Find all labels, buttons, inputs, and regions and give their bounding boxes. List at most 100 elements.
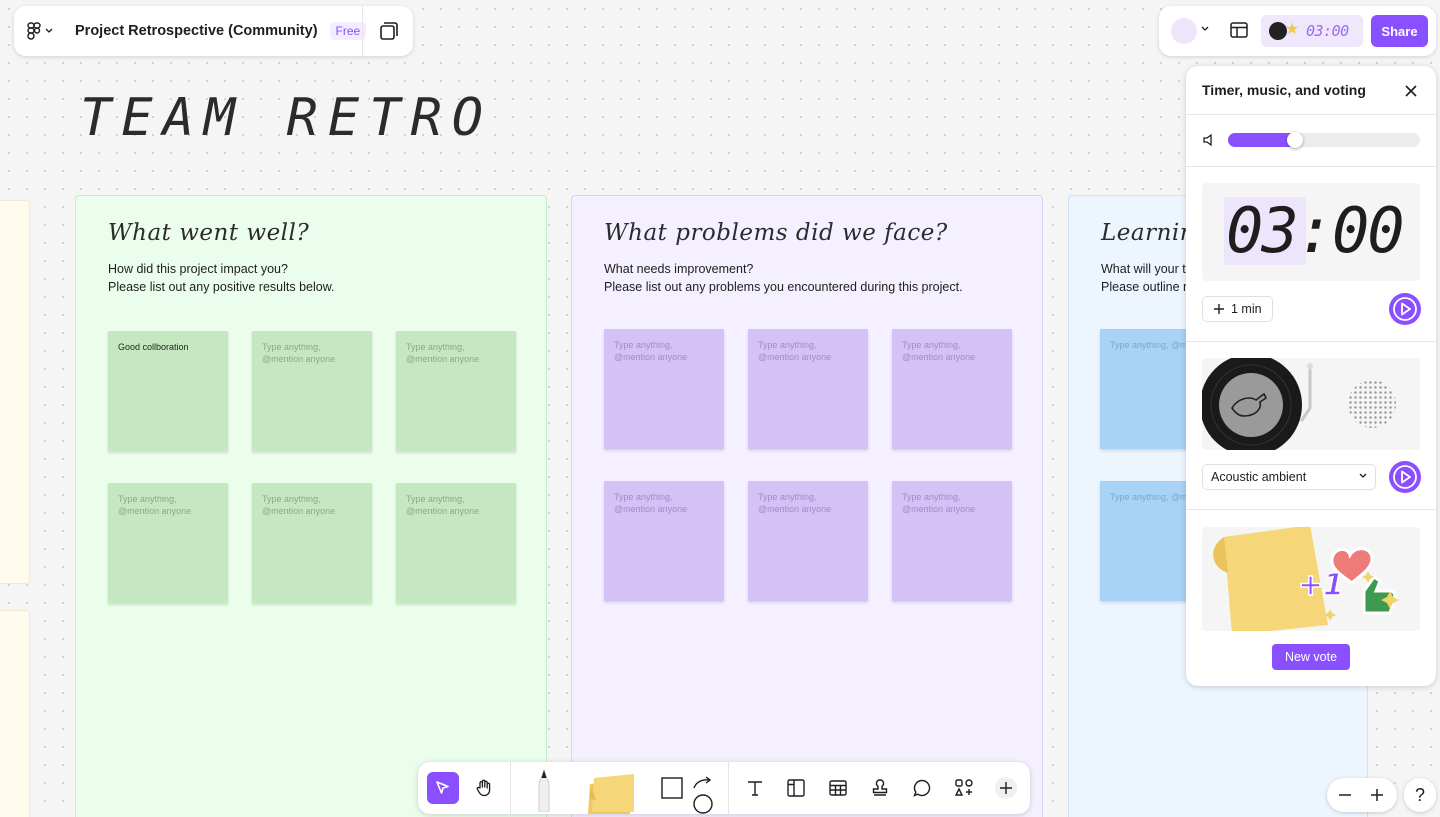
marker-tool[interactable] [526,766,562,814]
help-button[interactable]: ? [1404,778,1436,812]
description-line: Please list out any positive results bel… [108,280,335,294]
voting-illustration: +1 [1202,527,1420,631]
section-heading: What went well? [108,220,310,246]
panel-divider [1186,341,1436,342]
sticky-note-tool[interactable] [582,770,638,814]
share-button[interactable]: Share [1371,15,1428,47]
comment-tool[interactable] [906,772,938,804]
board-title[interactable]: TEAM RETRO [80,88,493,148]
toolbar-divider [362,6,363,56]
sticky-note[interactable]: Type anything, @mention anyone [892,481,1012,601]
sticky-note[interactable]: Type anything, @mention anyone [108,483,228,603]
toolbar-divider [728,762,729,814]
song-dropdown[interactable]: Acoustic ambient [1202,464,1376,490]
add-minute-button[interactable]: 1 min [1202,296,1273,322]
sticky-note[interactable]: Type anything, @mention anyone [748,329,868,449]
table-icon [829,780,847,796]
sticky-stack-icon [588,774,634,814]
offscreen-section[interactable] [0,610,30,817]
cursor-icon [436,781,449,794]
plan-badge[interactable]: Free [329,22,367,40]
section-description: What needs improvement? Please list out … [604,260,963,296]
section-description: How did this project impact you? Please … [108,260,335,296]
hand-icon [476,779,491,797]
plus-icon [1371,789,1383,801]
music-play-button[interactable] [1389,461,1421,493]
timer-display[interactable]: 03:00 [1202,183,1420,281]
sticky-note[interactable]: Type anything, @mention anyone [892,329,1012,449]
music-player[interactable] [1202,358,1420,450]
shape-tool[interactable] [656,772,688,804]
bottom-toolbar [418,762,1030,814]
text-icon [748,781,762,796]
play-icon [1393,297,1417,321]
volume-slider[interactable] [1228,132,1420,148]
zoom-out-button[interactable] [1333,783,1357,807]
timer-play-button[interactable] [1389,293,1421,325]
chevron-down-icon [45,28,53,33]
user-avatar[interactable] [1171,18,1197,44]
description-line: How did this project impact you? [108,262,288,276]
section-heading: Learnin [1101,220,1196,246]
stamp-icon [872,779,888,796]
svg-text:+1: +1 [1298,568,1344,603]
section-went-well[interactable]: What went well? How did this project imp… [75,195,547,817]
plus-icon [1214,304,1224,314]
question-icon: ? [1414,784,1425,805]
file-title[interactable]: Project Retrospective (Community) [75,23,318,39]
sticky-note[interactable]: Good collboration [108,331,228,451]
section-heading: What problems did we face? [604,220,948,246]
speaker-icon[interactable] [1202,132,1218,148]
minus-icon [1339,794,1351,796]
file-toolbar: Project Retrospective (Community) Free [14,6,413,56]
zoom-controls [1327,778,1397,812]
table-tool[interactable] [822,772,854,804]
timer-chip[interactable]: ★ 03:00 [1261,15,1363,47]
sticky-note[interactable]: Type anything, @mention anyone [252,483,372,603]
stamp-tool[interactable] [864,772,896,804]
plus-icon [995,777,1017,799]
comment-icon [913,779,931,797]
zoom-in-button[interactable] [1365,783,1389,807]
hand-tool[interactable] [468,772,500,804]
sticky-note[interactable]: Type anything, @mention anyone [252,331,372,451]
chevron-down-icon[interactable] [1201,26,1209,32]
voting-stickers-icon: +1 [1213,527,1399,631]
volume-handle[interactable] [1287,132,1303,148]
section-problems[interactable]: What problems did we face? What needs im… [571,195,1043,817]
section-description: What will your t Please outline n [1101,260,1190,296]
sticky-note[interactable]: Type anything, @mention anyone [604,481,724,601]
figjam-logo-icon [27,22,41,40]
offscreen-section[interactable] [0,200,30,584]
more-tools-button[interactable] [990,772,1022,804]
widgets-icon [954,779,973,796]
widgets-tool[interactable] [948,772,980,804]
sticky-note[interactable]: Type anything, @mention anyone [396,331,516,451]
move-tool[interactable] [427,772,459,804]
new-vote-button[interactable]: New vote [1272,644,1350,670]
timer-digits[interactable]: 03:00 [1226,195,1405,267]
text-tool[interactable] [739,772,771,804]
add-minute-label: 1 min [1231,302,1262,316]
main-menu-button[interactable] [14,6,66,56]
pages-icon[interactable] [376,18,402,44]
timer-music-voting-panel: Timer, music, and voting 03:00 1 min Aco… [1186,66,1436,686]
toolbar-divider [510,762,511,814]
description-line: Please outline n [1101,280,1190,294]
speaker-grille [1348,380,1396,428]
layout-icon[interactable] [1229,20,1249,40]
collab-toolbar: ★ 03:00 Share [1159,6,1436,56]
chevron-down-icon [1359,473,1367,478]
description-line: What will your t [1101,262,1186,276]
play-icon [1393,465,1417,489]
description-line: What needs improvement? [604,262,754,276]
sticky-note[interactable]: Type anything, @mention anyone [396,483,516,603]
square-icon [661,777,683,799]
header-timer: 03:00 [1306,22,1349,40]
section-tool[interactable] [780,772,812,804]
connector-tool[interactable] [688,774,720,814]
sticky-note[interactable]: Type anything, @mention anyone [748,481,868,601]
panel-divider [1186,114,1436,115]
close-icon[interactable] [1402,82,1420,100]
sticky-note[interactable]: Type anything, @mention anyone [604,329,724,449]
